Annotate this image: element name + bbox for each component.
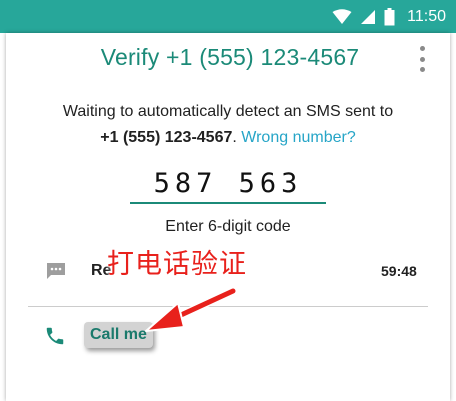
phone-icon [46,327,64,345]
status-bar: 11:50 [0,0,456,33]
signal-icon [361,9,376,24]
wifi-icon [332,8,352,24]
verification-card [6,33,450,401]
status-icons: 11:50 [332,0,446,33]
menu-dot [419,46,425,51]
status-time: 11:50 [407,7,446,25]
code-input[interactable] [130,164,326,204]
page-title: Verify +1 (555) 123-4567 [100,44,360,70]
phone-number: +1 (555) 123-4567 [100,129,233,146]
code-hint: Enter 6-digit code [165,218,291,235]
description-line-1: Waiting to automatically detect an SMS s… [62,103,394,120]
annotation-arrow [145,287,237,332]
description-line-2: +1 (555) 123-4567. Wrong number? [0,125,456,151]
annotation-label: 打电话验证 [107,249,247,280]
battery-icon [384,7,395,25]
separator-text: . [232,129,237,146]
menu-dot [419,67,425,72]
menu-dot [419,56,425,62]
more-vert-icon[interactable] [412,46,432,72]
resend-timer: 59:48 [381,263,417,279]
sms-description: Waiting to automatically detect an SMS s… [0,99,456,151]
wrong-number-link[interactable]: Wrong number? [241,129,355,146]
sms-icon [47,263,65,279]
